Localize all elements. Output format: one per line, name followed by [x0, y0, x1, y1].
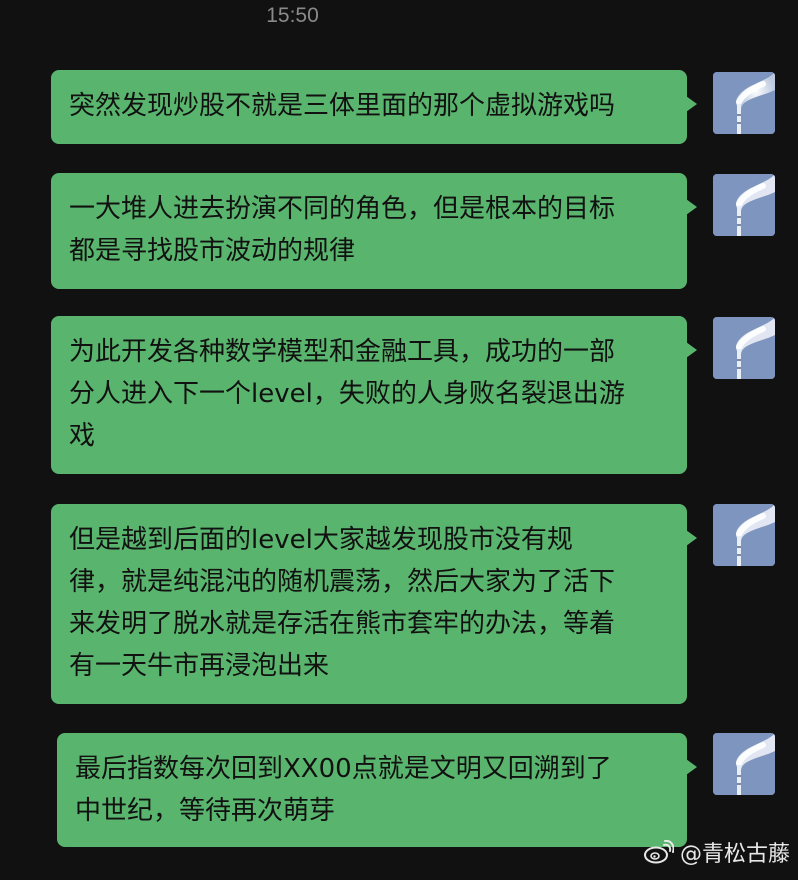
message-text-line: 最后指数每次回到XX00点就是文明又回溯到了 — [75, 754, 612, 784]
message-text-line: 但是越到后面的level大家越发现股市没有规 — [69, 525, 573, 555]
message-text-line: 戏 — [69, 421, 96, 451]
message-timestamp: 15:50 — [266, 4, 319, 27]
smokestack-avatar-icon — [713, 72, 775, 134]
smokestack-avatar-icon — [713, 504, 775, 566]
message-bubble-2[interactable]: 一大堆人进去扮演不同的角色，但是根本的目标 都是寻找股市波动的规律 — [51, 173, 697, 289]
avatar[interactable] — [713, 72, 775, 134]
message-bubble-3[interactable]: 为此开发各种数学模型和金融工具，成功的一部 分人进入下一个level，失败的人身… — [51, 316, 697, 474]
message-text-line: 分人进入下一个level，失败的人身败名裂退出游 — [69, 379, 625, 409]
avatar[interactable] — [713, 504, 775, 566]
message-text-line: 都是寻找股市波动的规律 — [69, 236, 356, 266]
message-text-line: 律，就是纯混沌的随机震荡，然后大家为了活下 — [69, 567, 616, 597]
message-bubble-1[interactable]: 突然发现炒股不就是三体里面的那个虚拟游戏吗 — [51, 70, 697, 144]
message-text-line: 有一天牛市再浸泡出来 — [69, 651, 330, 681]
avatar[interactable] — [713, 174, 775, 236]
watermark: @青松古藤 — [643, 836, 790, 868]
chat-screen: 15:50 突然发现炒股不就是三体里面的那个虚拟游戏吗 一大堆人进去扮演不同的角… — [0, 0, 798, 880]
smokestack-avatar-icon — [713, 174, 775, 236]
avatar[interactable] — [713, 317, 775, 379]
message-text-line: 为此开发各种数学模型和金融工具，成功的一部 — [69, 337, 616, 367]
message-bubble-5[interactable]: 最后指数每次回到XX00点就是文明又回溯到了 中世纪，等待再次萌芽 — [57, 733, 697, 847]
weibo-icon — [643, 840, 674, 864]
message-text-line: 来发明了脱水就是存活在熊市套牢的办法，等着 — [69, 609, 616, 639]
message-text-line: 突然发现炒股不就是三体里面的那个虚拟游戏吗 — [69, 91, 616, 121]
message-bubble-4[interactable]: 但是越到后面的level大家越发现股市没有规 律，就是纯混沌的随机震荡，然后大家… — [51, 504, 697, 704]
watermark-text: @青松古藤 — [679, 842, 790, 867]
avatar[interactable] — [713, 733, 775, 795]
message-text-line: 一大堆人进去扮演不同的角色，但是根本的目标 — [69, 194, 616, 224]
smokestack-avatar-icon — [713, 733, 775, 795]
smokestack-avatar-icon — [713, 317, 775, 379]
message-text-line: 中世纪，等待再次萌芽 — [75, 796, 336, 826]
